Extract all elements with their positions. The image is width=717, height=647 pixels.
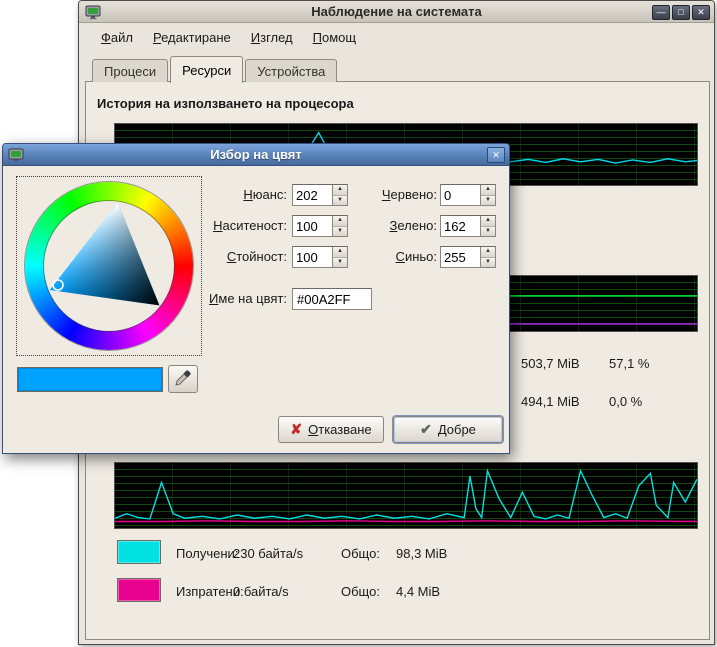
color-name-input[interactable]	[292, 288, 372, 310]
red-up-arrow[interactable]: ▲	[481, 185, 495, 196]
green-spinbox: ▲▼	[440, 215, 496, 237]
blue-input[interactable]	[441, 247, 480, 267]
sent-total: 4,4 MiB	[396, 584, 440, 599]
dialog-title: Избор на цвят	[3, 147, 509, 162]
main-titlebar[interactable]: Наблюдение на системата — □ ✕	[79, 1, 714, 23]
cancel-x-icon: ✘	[290, 421, 302, 438]
menu-edit[interactable]: Редактиране	[143, 26, 241, 49]
tab-processes[interactable]: Процеси	[92, 59, 168, 82]
tab-resources[interactable]: Ресурси	[170, 56, 243, 83]
ok-button-label: Добре	[438, 422, 476, 437]
red-down-arrow[interactable]: ▼	[481, 196, 495, 206]
cancel-button[interactable]: ✘ Отказване	[278, 416, 384, 443]
green-down-arrow[interactable]: ▼	[481, 227, 495, 237]
maximize-button[interactable]: □	[672, 5, 690, 20]
ok-button[interactable]: ✔ Добре	[393, 416, 503, 443]
red-spinbox: ▲▼	[440, 184, 496, 206]
swap-used-percent: 0,0 %	[609, 394, 642, 409]
menu-file[interactable]: Файл	[91, 26, 143, 49]
received-label: Получени:	[176, 546, 238, 561]
memory-used-value: 503,7 MiB	[521, 356, 580, 371]
tab-devices[interactable]: Устройства	[245, 59, 337, 82]
sent-total-label: Общо:	[341, 584, 380, 599]
blue-up-arrow[interactable]: ▲	[481, 247, 495, 258]
tab-bar: Процеси Ресурси Устройства	[92, 55, 339, 82]
ok-check-icon: ✔	[420, 421, 432, 438]
sent-rate: 0 байта/s	[233, 584, 289, 599]
blue-spinbox: ▲▼	[440, 246, 496, 268]
sent-color-swatch[interactable]	[117, 578, 161, 602]
red-input[interactable]	[441, 185, 480, 205]
color-picker-dialog: Избор на цвят ✕	[2, 143, 510, 454]
green-input[interactable]	[441, 216, 480, 236]
window-title: Наблюдение на системата	[79, 4, 714, 19]
green-label: Зелено:	[333, 218, 437, 233]
hue-input[interactable]	[293, 185, 332, 205]
minimize-button[interactable]: —	[652, 5, 670, 20]
dialog-titlebar[interactable]: Избор на цвят ✕	[3, 144, 509, 166]
memory-used-percent: 57,1 %	[609, 356, 649, 371]
value-label: Стойност:	[153, 249, 287, 264]
cancel-button-label: Отказване	[308, 422, 372, 437]
green-up-arrow[interactable]: ▲	[481, 216, 495, 227]
sv-triangle-black-shade	[50, 203, 160, 306]
received-color-swatch[interactable]	[117, 540, 161, 564]
received-rate: 230 байта/s	[233, 546, 303, 561]
received-total-label: Общо:	[341, 546, 380, 561]
current-color-preview	[17, 367, 163, 392]
sv-triangle[interactable]	[25, 182, 193, 350]
color-wheel-area[interactable]	[16, 176, 202, 356]
cpu-history-heading: История на използването на процесора	[97, 96, 354, 111]
eyedropper-icon	[173, 368, 193, 391]
menubar: Файл Редактиране Изглед Помощ	[83, 24, 710, 50]
close-button[interactable]: ✕	[692, 5, 710, 20]
saturation-input[interactable]	[293, 216, 332, 236]
eyedropper-button[interactable]	[168, 365, 198, 393]
menu-view[interactable]: Изглед	[241, 26, 303, 49]
dialog-close-button[interactable]: ✕	[487, 147, 505, 163]
value-input[interactable]	[293, 247, 332, 267]
saturation-label: Наситеност:	[153, 218, 287, 233]
blue-label: Синьо:	[333, 249, 437, 264]
hue-label: Нюанс:	[153, 187, 287, 202]
blue-down-arrow[interactable]: ▼	[481, 258, 495, 268]
color-name-label: Име на цвят:	[153, 291, 287, 306]
swap-used-value: 494,1 MiB	[521, 394, 580, 409]
red-label: Червено:	[333, 187, 437, 202]
network-received-line	[115, 471, 697, 519]
window-controls: — □ ✕	[652, 5, 710, 20]
network-sent-line	[115, 521, 697, 522]
menu-help[interactable]: Помощ	[303, 26, 366, 49]
network-history-chart	[114, 462, 698, 529]
received-total: 98,3 MiB	[396, 546, 447, 561]
